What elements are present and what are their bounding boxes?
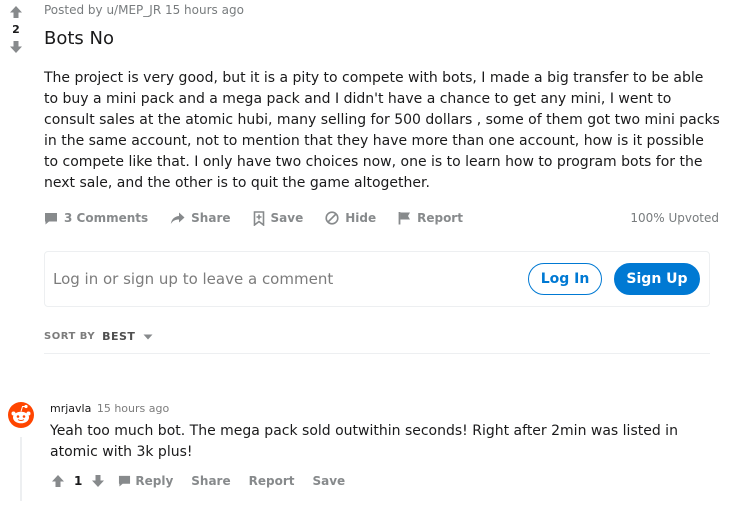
comment-author[interactable]: mrjavla — [50, 402, 91, 415]
reply-label: Reply — [135, 474, 174, 488]
upvote-arrow-icon[interactable] — [8, 4, 24, 20]
save-button[interactable]: Save — [253, 210, 304, 226]
divider — [44, 353, 710, 354]
thread-line[interactable] — [20, 437, 22, 501]
comments-label: 3 Comments — [64, 211, 149, 225]
bookmark-icon — [253, 210, 264, 226]
share-icon — [170, 212, 185, 224]
login-prompt: Log in or sign up to leave a comment Log… — [44, 251, 710, 307]
comment-save-button[interactable]: Save — [312, 474, 345, 488]
comments-button[interactable]: 3 Comments — [44, 211, 148, 225]
report-label: Report — [417, 211, 463, 225]
post-vote-count: 2 — [12, 23, 20, 36]
log-in-button[interactable]: Log In — [528, 263, 602, 295]
share-button[interactable]: Share — [170, 211, 231, 225]
comment-icon — [119, 475, 131, 487]
chevron-down-icon[interactable] — [143, 334, 153, 340]
downvote-arrow-icon[interactable] — [8, 39, 24, 55]
comment-icon — [45, 212, 57, 224]
sort-label: SORT BY — [44, 331, 96, 342]
snoo-avatar-icon — [8, 402, 34, 428]
upvote-percentage: 100% Upvoted — [630, 211, 719, 225]
comment-report-button[interactable]: Report — [249, 474, 295, 488]
save-label: Save — [270, 211, 304, 225]
comment-share-button[interactable]: Share — [191, 474, 230, 488]
post-body: The project is very good, but it is a pi… — [44, 70, 720, 191]
share-label: Share — [191, 211, 231, 225]
post-actions-bar: 3 Comments Share Save Hide Report 100% U… — [44, 207, 720, 229]
hide-label: Hide — [345, 211, 377, 225]
post-title: Bots No — [44, 28, 114, 49]
sort-dropdown[interactable]: SORT BY BEST — [44, 330, 153, 343]
comment-vote-count: 1 — [74, 474, 83, 488]
sign-up-button[interactable]: Sign Up — [614, 263, 700, 295]
reply-button[interactable]: Reply — [118, 474, 173, 488]
comment-upvote-arrow-icon[interactable] — [50, 473, 66, 489]
comment-actions-bar: 1 Reply Share Report Save — [50, 473, 345, 489]
comment-time: 15 hours ago — [96, 402, 170, 415]
comment-meta: mrjavla 15 hours ago — [50, 402, 169, 415]
hide-icon — [325, 211, 339, 225]
comment-body: Yeah too much bot. The mega pack sold ou… — [50, 423, 678, 460]
comment-downvote-arrow-icon[interactable] — [90, 473, 106, 489]
post: Posted by u/MEP_JR 15 hours ago Bots No … — [44, 0, 720, 194]
avatar[interactable] — [7, 401, 35, 429]
sort-value[interactable]: BEST — [102, 330, 135, 343]
login-prompt-text: Log in or sign up to leave a comment — [53, 270, 334, 288]
hide-button[interactable]: Hide — [325, 211, 376, 225]
flag-icon — [398, 212, 411, 225]
report-button[interactable]: Report — [398, 211, 463, 225]
post-meta: Posted by u/MEP_JR 15 hours ago — [44, 3, 244, 17]
post-vote-column: 2 — [6, 4, 26, 55]
